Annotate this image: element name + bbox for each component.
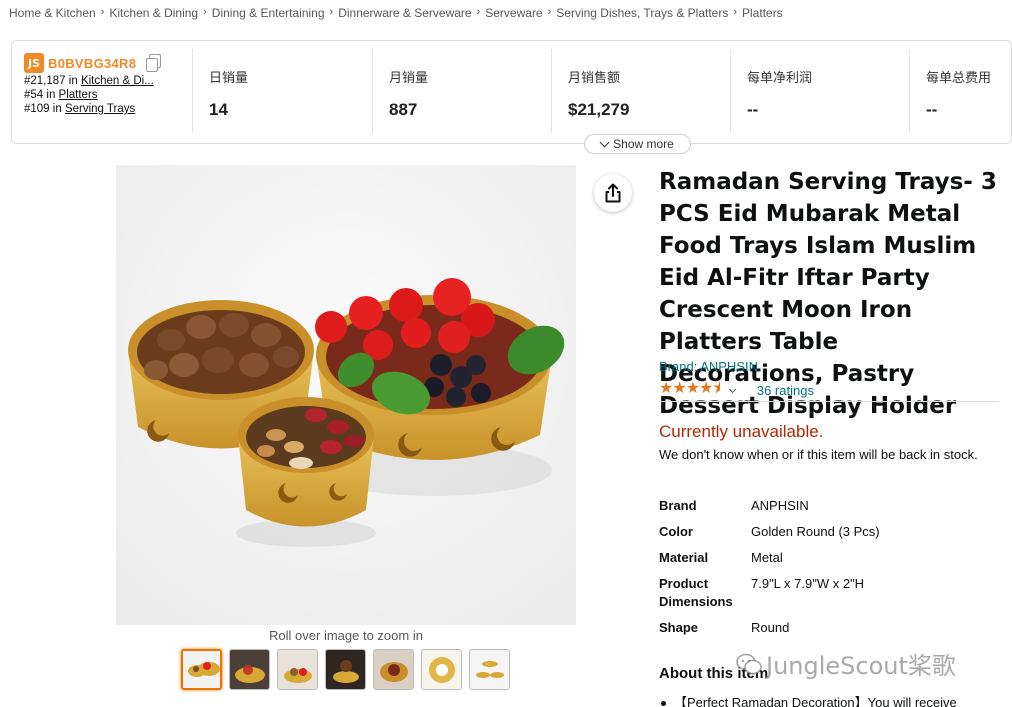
ratings-count-link[interactable]: 36 ratings xyxy=(757,383,814,398)
availability-note: We don't know when or if this item will … xyxy=(659,447,978,462)
breadcrumb-separator: › xyxy=(203,6,207,18)
thumbnail[interactable] xyxy=(229,649,270,690)
spec-row: Material Metal xyxy=(659,549,880,567)
metric-label: 每单总费用 xyxy=(926,70,992,85)
rank-line: #21,187 in Kitchen & Di... xyxy=(24,75,184,87)
show-more-label: Show more xyxy=(613,137,674,151)
product-photo xyxy=(116,165,576,625)
star-rating-icon[interactable]: ★★★★⯨ xyxy=(659,377,721,404)
chevron-down-icon xyxy=(599,137,610,147)
thumbnail[interactable] xyxy=(373,649,414,690)
breadcrumb-item[interactable]: Serving Dishes, Trays & Platters xyxy=(556,6,728,20)
brand-link[interactable]: Brand: ANPHSIN xyxy=(659,359,758,374)
metric-label: 月销售额 xyxy=(568,70,621,85)
copy-icon[interactable] xyxy=(146,54,162,72)
rank-in: in xyxy=(68,75,78,87)
spec-key: Shape xyxy=(659,620,699,635)
spec-row: Shape Round xyxy=(659,619,880,637)
wechat-icon xyxy=(736,653,762,674)
watermark-text: JungleScout桨歌 xyxy=(766,652,956,680)
rank-number: #109 xyxy=(24,103,50,115)
divider xyxy=(659,401,999,402)
rank-number: #54 xyxy=(24,89,44,101)
rank-category-link[interactable]: Kitchen & Di... xyxy=(81,75,154,87)
thumbnail-image xyxy=(278,650,317,689)
spec-value: ANPHSIN xyxy=(751,498,809,513)
metric-value: 887 xyxy=(389,100,418,119)
main-product-image[interactable] xyxy=(116,165,576,625)
rank-category-link[interactable]: Serving Trays xyxy=(65,103,135,115)
breadcrumb-item[interactable]: Serveware xyxy=(485,6,542,20)
rank-in: in xyxy=(52,103,62,115)
thumbnail-image xyxy=(470,650,509,689)
junglescout-logo: JS xyxy=(24,53,44,73)
spec-row: Product Dimensions 7.9"L x 7.9"W x 2"H xyxy=(659,575,880,611)
breadcrumb-item[interactable]: Platters xyxy=(742,6,783,20)
rank-line: #54 in Platters xyxy=(24,89,184,101)
breadcrumb-item[interactable]: Dinnerware & Serveware xyxy=(338,6,471,20)
metric-daily-sales: 日销量 14 xyxy=(192,49,372,133)
thumbnail[interactable] xyxy=(421,649,462,690)
breadcrumb-item[interactable]: Home & Kitchen xyxy=(9,6,96,20)
metric-value: $21,279 xyxy=(568,100,630,119)
availability-status: Currently unavailable. xyxy=(659,422,824,441)
metric-label: 每单净利润 xyxy=(747,70,813,85)
metric-value: -- xyxy=(926,100,938,119)
breadcrumb-separator: › xyxy=(329,6,334,18)
metric-label: 日销量 xyxy=(209,70,249,85)
spec-value: Metal xyxy=(751,550,783,565)
spec-key: Brand xyxy=(659,498,697,513)
breadcrumb-item[interactable]: Kitchen & Dining xyxy=(109,6,198,20)
rank-line: #109 in Serving Trays xyxy=(24,103,184,115)
watermark: JungleScout桨歌 xyxy=(736,646,956,681)
zoom-hint: Roll over image to zoom in xyxy=(269,628,423,643)
junglescout-stats-panel: JS B0BVBG34R8 #21,187 in Kitchen & Di...… xyxy=(11,40,1012,144)
metric-value: 14 xyxy=(209,100,228,119)
spec-key: Material xyxy=(659,550,709,565)
breadcrumb-item[interactable]: Dining & Entertaining xyxy=(212,6,325,20)
thumbnail[interactable] xyxy=(277,649,318,690)
breadcrumb-separator: › xyxy=(100,6,105,18)
rank-category-link[interactable]: Platters xyxy=(59,89,98,101)
thumbnail[interactable] xyxy=(181,649,222,690)
thumbnail[interactable] xyxy=(469,649,510,690)
product-specs-table: Brand ANPHSIN Color Golden Round (3 Pcs)… xyxy=(659,497,880,645)
asin-label[interactable]: B0BVBG34R8 xyxy=(48,56,136,71)
metric-monthly-sales: 月销量 887 xyxy=(372,49,552,133)
feature-bullet-text: 【Perfect Ramadan Decoration】You will rec… xyxy=(674,695,957,707)
thumbnail-image xyxy=(230,650,269,689)
breadcrumb: Home & Kitchen › Kitchen & Dining › Dining… xyxy=(9,6,783,20)
thumbnail-image xyxy=(374,650,413,689)
spec-key: Color xyxy=(659,524,693,539)
rank-number: #21,187 xyxy=(24,75,66,87)
spec-value: 7.9"L x 7.9"W x 2"H xyxy=(751,576,865,591)
thumbnail-image xyxy=(326,650,365,689)
thumbnail-image xyxy=(422,650,461,689)
spec-row: Color Golden Round (3 Pcs) xyxy=(659,523,880,541)
breadcrumb-separator: › xyxy=(733,6,738,18)
share-button[interactable] xyxy=(594,174,632,212)
show-more-button[interactable]: Show more xyxy=(584,134,691,154)
thumbnail-image xyxy=(183,651,220,688)
thumbnail[interactable] xyxy=(325,649,366,690)
chevron-down-icon[interactable] xyxy=(728,385,736,393)
metric-net-profit: 每单净利润 -- xyxy=(730,49,910,133)
feature-bullet: 【Perfect Ramadan Decoration】You will rec… xyxy=(661,692,1001,707)
breadcrumb-separator: › xyxy=(547,6,552,18)
metric-value: -- xyxy=(747,100,759,119)
spec-value: Golden Round (3 Pcs) xyxy=(751,524,880,539)
asin-rank-block: JS B0BVBG34R8 #21,187 in Kitchen & Di...… xyxy=(24,53,184,115)
thumbnail-strip xyxy=(181,649,510,690)
metric-monthly-revenue: 月销售额 $21,279 xyxy=(551,49,731,133)
spec-value: Round xyxy=(751,620,790,635)
rank-in: in xyxy=(46,89,56,101)
breadcrumb-separator: › xyxy=(476,6,481,18)
spec-row: Brand ANPHSIN xyxy=(659,497,880,515)
share-icon xyxy=(605,183,621,203)
metric-total-fees: 每单总费用 -- xyxy=(909,49,1011,133)
spec-key: Product Dimensions xyxy=(659,576,733,609)
rating-row: ★★★★⯨ 36 ratings xyxy=(659,377,814,404)
metric-label: 月销量 xyxy=(389,70,429,85)
